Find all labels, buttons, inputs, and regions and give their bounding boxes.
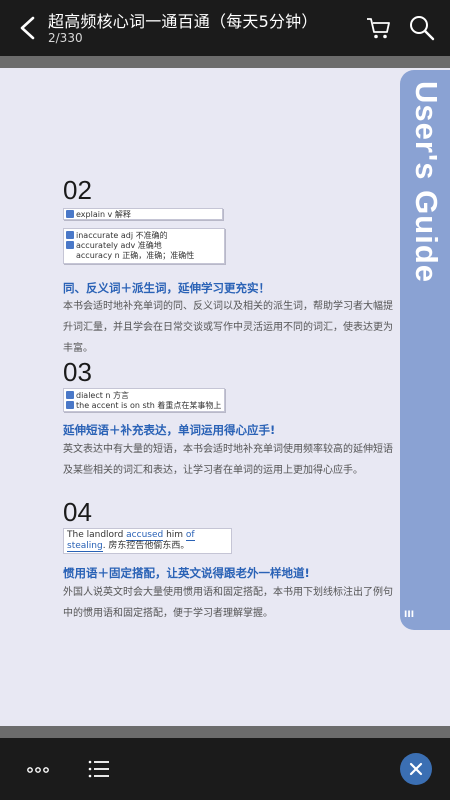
section-03-body: 英文表达中有大量的短语，本书会适时地补充单词使用频率较高的延伸短语及某些相关的词… bbox=[63, 444, 393, 476]
underlined-phrase: of bbox=[185, 530, 195, 541]
tab-roman-numeral: III bbox=[404, 610, 415, 620]
example-sentence-box: The landlord accused him of stealing. 房东… bbox=[63, 528, 232, 554]
close-button[interactable] bbox=[400, 753, 432, 785]
underlined-phrase: stealing bbox=[67, 541, 103, 552]
vocab-entry: inaccurate adj 不准确的 bbox=[76, 231, 168, 240]
bottom-page-edge bbox=[0, 726, 450, 738]
section-number-04: 04 bbox=[63, 497, 92, 527]
sentence-text: The landlord bbox=[67, 530, 127, 540]
users-guide-label: User's Guide bbox=[409, 81, 444, 283]
list-menu-icon[interactable] bbox=[88, 758, 110, 780]
bottom-toolbar bbox=[0, 738, 450, 800]
close-icon bbox=[409, 762, 423, 776]
sentence-text: him bbox=[163, 530, 186, 540]
section-02-heading: 同、反义词＋派生词，延伸学习更充实！ bbox=[63, 281, 270, 295]
vocab-box-02a: explain v 解释 bbox=[63, 208, 223, 220]
section-04-heading: 惯用语＋固定搭配，让英文说得跟老外一样地道! bbox=[63, 566, 310, 580]
vocab-entry: accuracy n 正确，准确；准确性 bbox=[76, 251, 195, 260]
top-page-edge bbox=[0, 56, 450, 68]
entry-icon bbox=[66, 210, 74, 218]
vocab-entry: the accent is on sth 着重点在某事物上 bbox=[76, 401, 222, 410]
section-04-body: 外国人说英文时会大量使用惯用语和固定搭配，本书用下划线标注出了例句中的惯用语和固… bbox=[63, 587, 393, 619]
vocab-entry: accurately adv 准确地 bbox=[76, 241, 162, 250]
section-03-heading: 延伸短语＋补充表达，单词运用得心应手! bbox=[63, 423, 276, 437]
page-indicator: 2/330 bbox=[48, 31, 83, 45]
search-icon[interactable] bbox=[408, 14, 436, 42]
cart-icon[interactable] bbox=[366, 16, 392, 40]
entry-icon bbox=[66, 391, 74, 399]
vocab-box-03: dialect n 方言 the accent is on sth 着重点在某事… bbox=[63, 388, 225, 412]
entry-icon bbox=[66, 231, 74, 239]
underlined-phrase: accused bbox=[126, 530, 164, 541]
section-number-02: 02 bbox=[63, 175, 92, 205]
back-chevron-icon[interactable] bbox=[14, 14, 42, 42]
sentence-translation: . 房东控告他偷东西。 bbox=[102, 541, 190, 551]
section-number-03: 03 bbox=[63, 357, 92, 387]
more-dots-icon[interactable] bbox=[27, 760, 49, 780]
book-title: 超高频核心词一通百通（每天5分钟） bbox=[48, 12, 318, 31]
vocab-entry: dialect n 方言 bbox=[76, 391, 130, 400]
entry-icon bbox=[66, 241, 74, 249]
vocab-box-02b: inaccurate adj 不准确的 accurately adv 准确地 a… bbox=[63, 228, 225, 264]
vocab-entry: explain v 解释 bbox=[76, 210, 131, 219]
section-02-body: 本书会适时地补充单词的同、反义词以及相关的派生词，帮助学习者大幅提升词汇量，并且… bbox=[63, 301, 393, 354]
top-toolbar: 超高频核心词一通百通（每天5分钟） 2/330 bbox=[0, 0, 450, 56]
entry-icon bbox=[66, 401, 74, 409]
